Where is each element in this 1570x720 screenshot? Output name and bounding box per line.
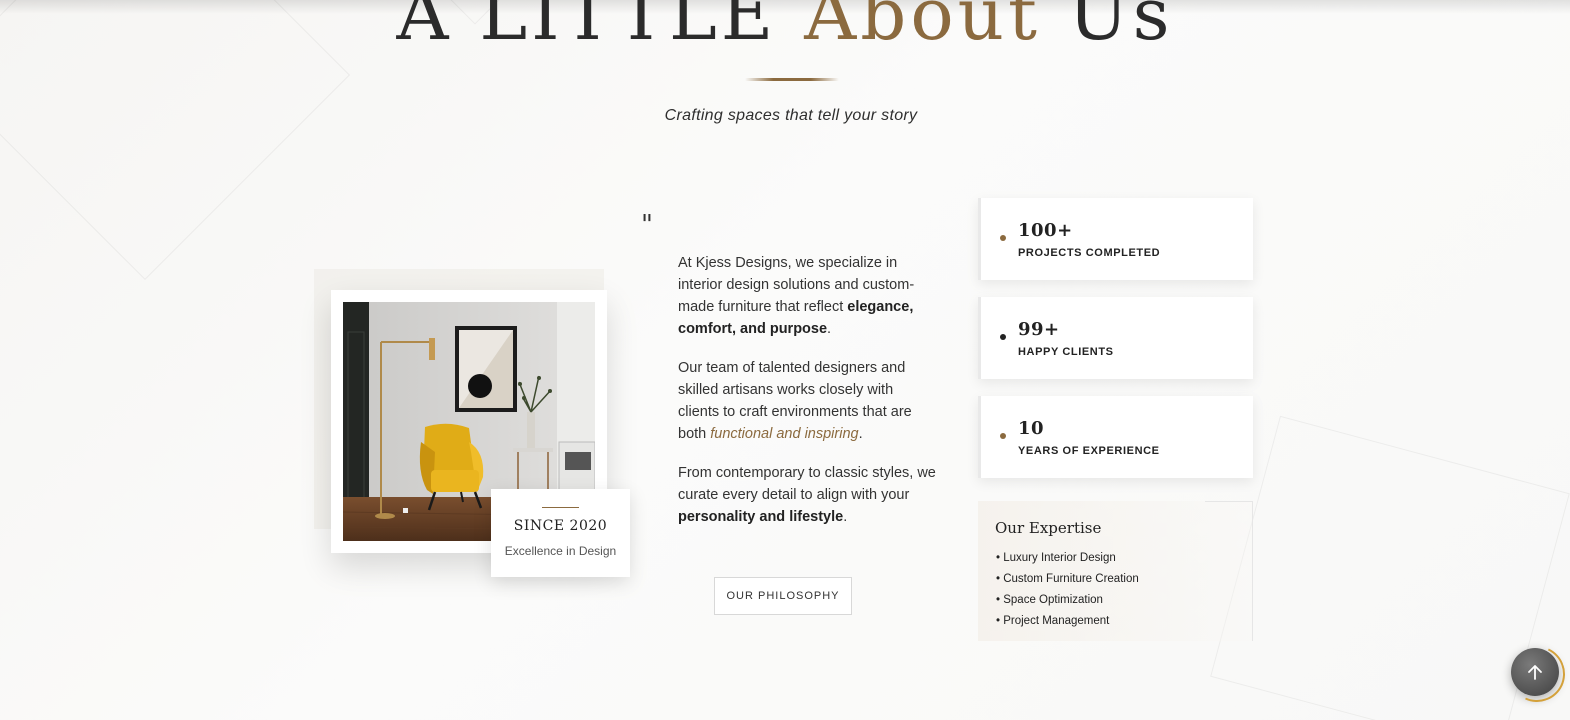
p3-end: . <box>843 509 848 525</box>
expertise-title: Our Expertise <box>995 519 1102 537</box>
stat-value: 10 <box>1018 418 1045 439</box>
about-paragraph-1: At Kjess Designs, we specialize in inter… <box>678 252 938 340</box>
expertise-box: Our Expertise Luxury Interior Design Cus… <box>978 501 1253 641</box>
expertise-item: Luxury Interior Design <box>996 548 1139 569</box>
about-paragraph-3: From contemporary to classic styles, we … <box>678 462 938 528</box>
title-part-3: Us <box>1067 0 1174 56</box>
scroll-to-top-button[interactable] <box>1511 648 1559 696</box>
stat-card-clients: 99+ HAPPY CLIENTS <box>978 297 1253 379</box>
since-badge: SINCE 2020 Excellence in Design <box>491 489 630 577</box>
about-text: At Kjess Designs, we specialize in inter… <box>678 252 938 545</box>
stat-value: 99+ <box>1018 319 1060 340</box>
section-subtitle: Crafting spaces that tell your story <box>664 107 918 124</box>
stat-value: 100+ <box>1018 220 1073 241</box>
expertise-list: Luxury Interior Design Custom Furniture … <box>996 548 1139 632</box>
stat-bullet-icon <box>1000 235 1006 241</box>
p2-end: . <box>858 426 863 442</box>
p3-bold: personality and lifestyle <box>678 509 844 525</box>
stat-bullet-icon <box>1000 334 1006 340</box>
since-title: SINCE 2020 <box>513 518 608 534</box>
stat-bullet-icon <box>1000 433 1006 439</box>
title-accent: About <box>804 0 1041 56</box>
stat-card-experience: 10 YEARS OF EXPERIENCE <box>978 396 1253 478</box>
expertise-item: Custom Furniture Creation <box>996 569 1139 590</box>
p3-text: From contemporary to classic styles, we … <box>678 465 936 503</box>
p1-end: . <box>827 321 832 337</box>
quote-icon: " <box>641 210 653 240</box>
since-subtitle: Excellence in Design <box>504 544 617 558</box>
about-paragraph-2: Our team of talented designers and skill… <box>678 357 938 445</box>
p2-accent: functional and inspiring <box>710 426 859 442</box>
stat-card-projects: 100+ PROJECTS COMPLETED <box>978 198 1253 280</box>
arrow-up-icon <box>1528 665 1542 680</box>
stat-label: PROJECTS COMPLETED <box>1018 247 1161 259</box>
expertise-item: Space Optimization <box>996 590 1139 611</box>
expertise-item: Project Management <box>996 611 1139 632</box>
our-philosophy-button[interactable]: OUR PHILOSOPHY <box>714 577 852 615</box>
title-divider <box>745 78 839 81</box>
section-title: A LITTLE About Us <box>0 0 1570 56</box>
since-divider <box>542 507 579 508</box>
stat-label: HAPPY CLIENTS <box>1018 346 1114 358</box>
title-part-1: A LITTLE <box>396 0 778 56</box>
stat-label: YEARS OF EXPERIENCE <box>1018 445 1160 457</box>
